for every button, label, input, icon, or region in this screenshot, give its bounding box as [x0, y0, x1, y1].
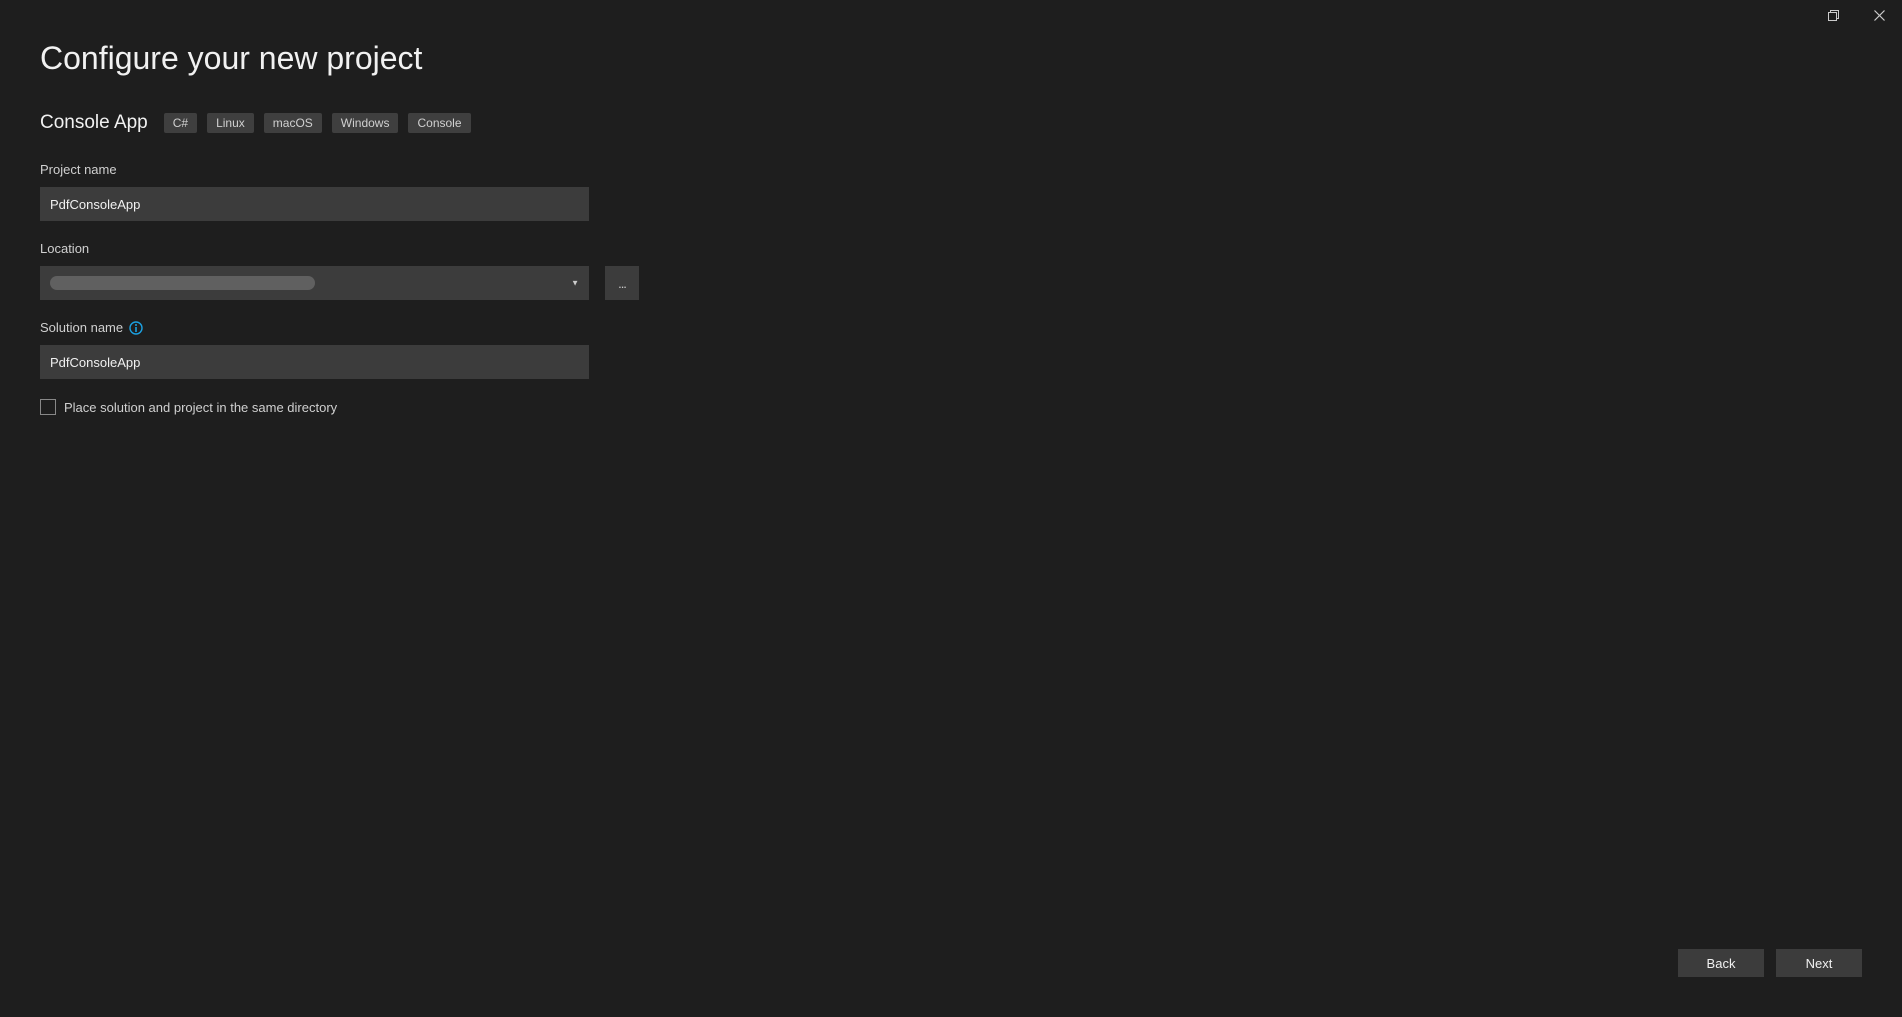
solution-name-input[interactable] [40, 345, 589, 379]
solution-name-group: Solution name [40, 320, 1862, 379]
same-directory-label[interactable]: Place solution and project in the same d… [64, 400, 337, 415]
location-row: ▼ ... [40, 266, 1862, 300]
close-icon [1874, 10, 1885, 21]
location-combobox[interactable]: ▼ [40, 266, 589, 300]
tag-windows: Windows [332, 113, 399, 133]
browse-location-button[interactable]: ... [605, 266, 639, 300]
page-title: Configure your new project [40, 40, 1862, 77]
project-template-tags: C# Linux macOS Windows Console [164, 113, 471, 133]
location-label: Location [40, 241, 1862, 256]
maximize-icon [1828, 10, 1839, 21]
same-directory-row: Place solution and project in the same d… [40, 399, 1862, 415]
location-group: Location ▼ ... [40, 241, 1862, 300]
tag-csharp: C# [164, 113, 197, 133]
tag-macos: macOS [264, 113, 322, 133]
footer: Back Next [1678, 949, 1862, 977]
same-directory-checkbox[interactable] [40, 399, 56, 415]
project-template-name: Console App [40, 112, 148, 134]
project-name-label: Project name [40, 162, 1862, 177]
tag-console: Console [408, 113, 470, 133]
next-button[interactable]: Next [1776, 949, 1862, 977]
maximize-button[interactable] [1810, 0, 1856, 30]
project-template-row: Console App C# Linux macOS Windows Conso… [40, 112, 1862, 134]
back-button[interactable]: Back [1678, 949, 1764, 977]
titlebar [1810, 0, 1902, 30]
project-name-group: Project name [40, 162, 1862, 221]
location-value-redacted [50, 276, 315, 290]
project-name-input[interactable] [40, 187, 589, 221]
solution-name-label: Solution name [40, 320, 123, 335]
info-icon[interactable] [129, 321, 143, 335]
close-button[interactable] [1856, 0, 1902, 30]
tag-linux: Linux [207, 113, 254, 133]
chevron-down-icon: ▼ [571, 279, 579, 288]
content-area: Configure your new project Console App C… [0, 0, 1902, 415]
